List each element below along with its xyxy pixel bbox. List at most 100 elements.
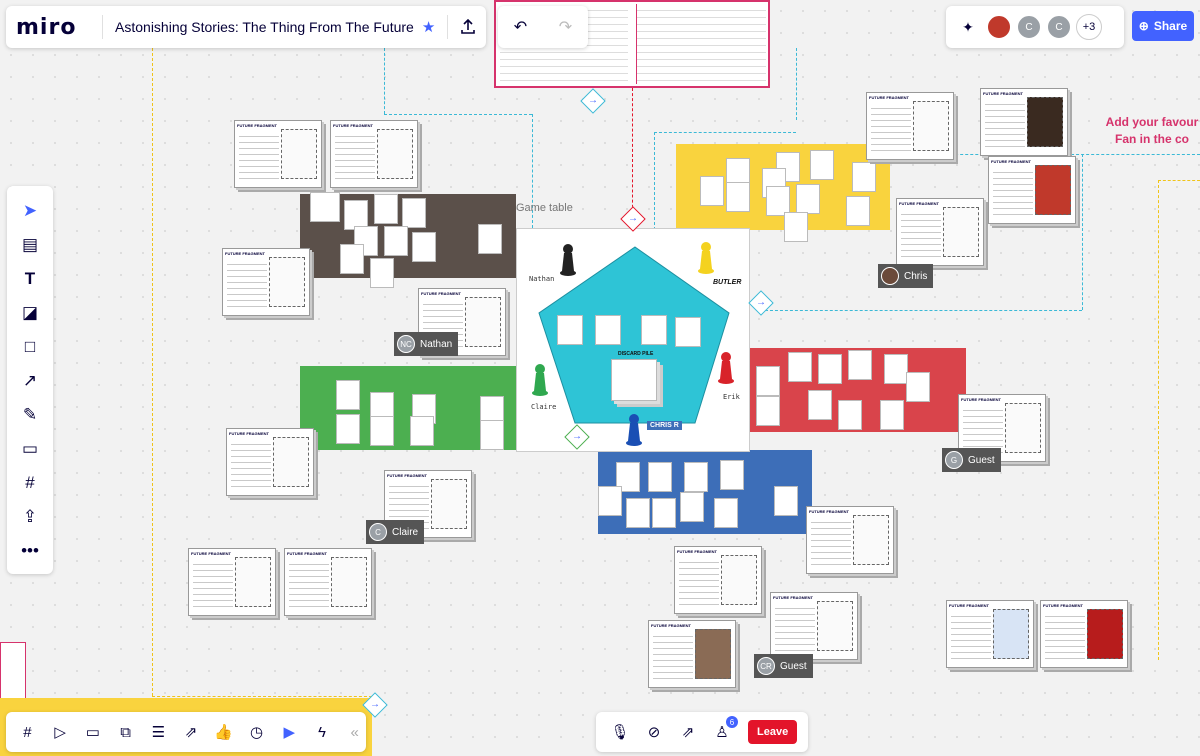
team-card[interactable] xyxy=(756,366,780,396)
star-icon[interactable]: ★ xyxy=(422,18,435,36)
share-button[interactable]: ⊕ Share xyxy=(1132,11,1194,41)
frame-icon[interactable]: # xyxy=(18,472,42,494)
cards-icon[interactable]: ⧉ xyxy=(114,720,137,744)
future-fragment-card[interactable]: FUTURE FRAGMENT xyxy=(284,548,372,616)
future-fragment-card[interactable]: FUTURE FRAGMENT xyxy=(234,120,322,188)
future-fragment-card[interactable]: FUTURE FRAGMENT xyxy=(806,506,894,574)
shape-icon[interactable]: □ xyxy=(18,336,42,358)
camera-off-icon[interactable]: ⊘ xyxy=(642,720,666,744)
table-card[interactable] xyxy=(557,315,583,345)
discard-pile[interactable] xyxy=(611,359,657,401)
text-icon[interactable]: T xyxy=(18,268,42,290)
future-fragment-card[interactable]: FUTURE FRAGMENT xyxy=(330,120,418,188)
team-card[interactable] xyxy=(626,498,650,528)
team-card[interactable] xyxy=(884,354,908,384)
team-card[interactable] xyxy=(810,150,834,180)
templates-icon[interactable]: ▤ xyxy=(18,234,42,256)
team-card[interactable] xyxy=(756,396,780,426)
team-card[interactable] xyxy=(680,492,704,522)
sticky-note-icon[interactable]: ◪ xyxy=(18,302,42,324)
share-screen-icon[interactable]: ⇗ xyxy=(676,720,700,744)
add-favourite-text[interactable]: Add your favour Fan in the co xyxy=(1104,114,1200,148)
team-card[interactable] xyxy=(480,420,504,450)
team-card[interactable] xyxy=(374,194,398,224)
comment-icon[interactable]: ▭ xyxy=(18,438,42,460)
team-card[interactable] xyxy=(310,192,340,222)
team-card[interactable] xyxy=(788,352,812,382)
avatar[interactable] xyxy=(986,14,1012,40)
team-card[interactable] xyxy=(340,244,364,274)
future-fragment-card[interactable]: FUTURE FRAGMENT xyxy=(988,156,1076,224)
upload-icon[interactable] xyxy=(460,13,476,41)
board-canvas[interactable]: Game table DISCARD PILE Nathan BUTLER Cl… xyxy=(0,0,1200,756)
video-icon[interactable]: ▶ xyxy=(278,720,301,744)
team-card[interactable] xyxy=(370,416,394,446)
team-card[interactable] xyxy=(720,460,744,490)
share-screen-icon[interactable]: ⇗ xyxy=(180,720,203,744)
kanban-icon[interactable]: ☰ xyxy=(147,720,170,744)
activity-icon[interactable]: ϟ xyxy=(311,720,334,744)
participants-icon[interactable]: ♙ 6 xyxy=(710,716,738,744)
team-card[interactable] xyxy=(846,196,870,226)
redo-icon[interactable]: ↷ xyxy=(552,13,580,41)
link-arrow-icon[interactable]: → xyxy=(580,88,606,114)
team-card[interactable] xyxy=(726,182,750,212)
team-card[interactable] xyxy=(808,390,832,420)
team-card[interactable] xyxy=(906,372,930,402)
future-fragment-card[interactable]: FUTURE FRAGMENT xyxy=(896,198,984,266)
future-fragment-card[interactable]: FUTURE FRAGMENT xyxy=(674,546,762,614)
team-card[interactable] xyxy=(774,486,798,516)
pen-icon[interactable]: ✎ xyxy=(18,404,42,426)
future-fragment-card[interactable]: FUTURE FRAGMENT xyxy=(188,548,276,616)
team-card[interactable] xyxy=(880,400,904,430)
team-card[interactable] xyxy=(412,232,436,262)
avatar[interactable]: C xyxy=(1046,14,1072,40)
team-card[interactable] xyxy=(478,224,502,254)
frames-icon[interactable]: # xyxy=(16,720,39,744)
team-card[interactable] xyxy=(336,414,360,444)
future-fragment-card[interactable]: FUTURE FRAGMENT xyxy=(946,600,1034,668)
collapse-icon[interactable]: « xyxy=(343,720,366,744)
team-card[interactable] xyxy=(652,498,676,528)
upload-icon[interactable]: ⇪ xyxy=(18,506,42,528)
team-card[interactable] xyxy=(714,498,738,528)
leave-button[interactable]: Leave xyxy=(748,720,798,744)
team-card[interactable] xyxy=(848,350,872,380)
team-card[interactable] xyxy=(796,184,820,214)
future-fragment-card[interactable]: FUTURE FRAGMENT xyxy=(770,592,858,660)
team-card[interactable] xyxy=(700,176,724,206)
team-card[interactable] xyxy=(410,416,434,446)
future-fragment-card[interactable]: FUTURE FRAGMENT xyxy=(980,88,1068,156)
team-card[interactable] xyxy=(818,354,842,384)
team-card[interactable] xyxy=(370,258,394,288)
pawn-icon[interactable] xyxy=(697,241,715,275)
voting-icon[interactable]: 👍 xyxy=(212,720,235,744)
future-fragment-card[interactable]: FUTURE FRAGMENT xyxy=(226,428,314,496)
comments-icon[interactable]: ▭ xyxy=(81,720,104,744)
more-tools-icon[interactable]: ••• xyxy=(18,540,42,562)
future-fragment-card[interactable]: FUTURE FRAGMENT xyxy=(1040,600,1128,668)
team-card[interactable] xyxy=(598,486,622,516)
team-card[interactable] xyxy=(784,212,808,242)
table-card[interactable] xyxy=(595,315,621,345)
link-arrow-icon[interactable]: → xyxy=(748,290,774,316)
presentation-icon[interactable]: ▷ xyxy=(49,720,72,744)
select-cursor-icon[interactable]: ➤ xyxy=(18,200,42,222)
pawn-icon[interactable] xyxy=(559,243,577,277)
team-card[interactable] xyxy=(684,462,708,492)
future-fragment-card[interactable]: FUTURE FRAGMENT xyxy=(648,620,736,688)
team-card[interactable] xyxy=(648,462,672,492)
pawn-icon[interactable] xyxy=(625,413,643,447)
avatar[interactable]: C xyxy=(1016,14,1042,40)
reactions-icon[interactable]: ✦ xyxy=(954,13,982,41)
table-card[interactable] xyxy=(675,317,701,347)
more-collaborators-count[interactable]: +3 xyxy=(1076,14,1102,40)
miro-logo[interactable]: miro xyxy=(16,15,76,40)
future-fragment-card[interactable]: FUTURE FRAGMENT xyxy=(222,248,310,316)
team-card[interactable] xyxy=(852,162,876,192)
team-card[interactable] xyxy=(384,226,408,256)
pawn-icon[interactable] xyxy=(717,351,735,385)
connection-line-icon[interactable]: ↗ xyxy=(18,370,42,392)
team-card[interactable] xyxy=(838,400,862,430)
game-table[interactable]: DISCARD PILE Nathan BUTLER Claire Erik C… xyxy=(516,228,750,452)
